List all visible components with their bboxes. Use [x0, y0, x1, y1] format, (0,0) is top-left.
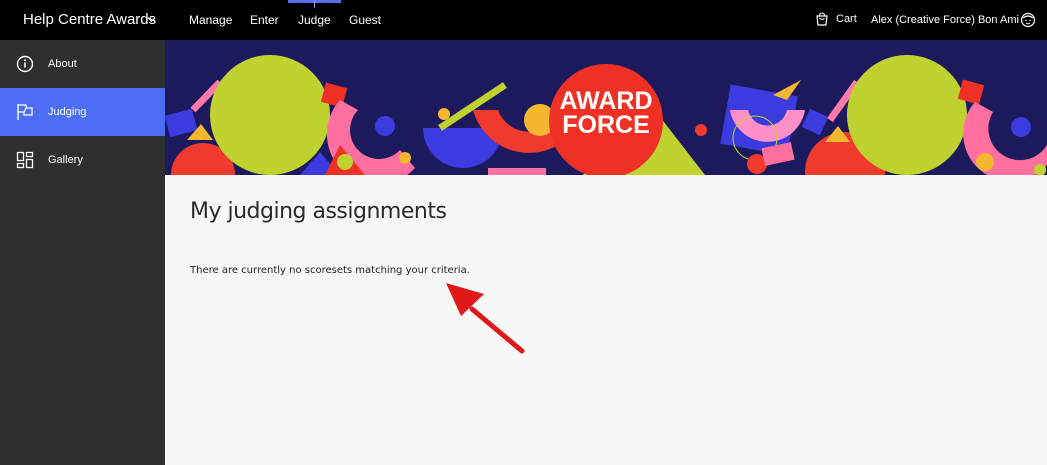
logo-text-line2: FORCE [562, 111, 650, 139]
user-avatar-icon[interactable] [1020, 12, 1036, 28]
sidebar-item-label: Gallery [48, 154, 83, 166]
site-switcher[interactable]: Help Centre Awards [23, 0, 156, 40]
nav-judge[interactable]: Judge [288, 0, 341, 40]
main-content: My judging assignments There are current… [165, 175, 1047, 465]
sidebar-item-about[interactable]: About [0, 40, 165, 88]
red-arrow-annotation-icon [446, 283, 525, 354]
brand-title: Help Centre Awards [23, 11, 157, 28]
sidebar-item-label: About [48, 58, 77, 70]
award-banner: AWARD FORCE [165, 40, 1047, 175]
top-navigation-bar: Help Centre Awards Manage Enter Judge Gu… [0, 0, 1047, 40]
sidebar-item-judging[interactable]: Judging [0, 88, 165, 136]
cart-icon [816, 12, 828, 26]
nav-manage[interactable]: Manage [189, 0, 232, 40]
cart-label: Cart [836, 13, 857, 25]
chevron-down-icon [147, 17, 156, 23]
banner-artwork: AWARD FORCE [165, 40, 1047, 175]
nav-guest[interactable]: Guest [349, 0, 381, 40]
nav-enter[interactable]: Enter [250, 0, 279, 40]
empty-state-message: There are currently no scoresets matchin… [190, 265, 470, 276]
sidebar: About Judging Gallery [0, 40, 165, 465]
user-menu[interactable]: Alex (Creative Force) Bon Ami [871, 0, 1019, 40]
sidebar-item-gallery[interactable]: Gallery [0, 136, 165, 184]
page-title: My judging assignments [190, 199, 447, 224]
gallery-grid-icon [16, 151, 34, 169]
sidebar-item-label: Judging [48, 106, 87, 118]
info-icon [16, 55, 34, 73]
flag-icon [17, 104, 33, 120]
